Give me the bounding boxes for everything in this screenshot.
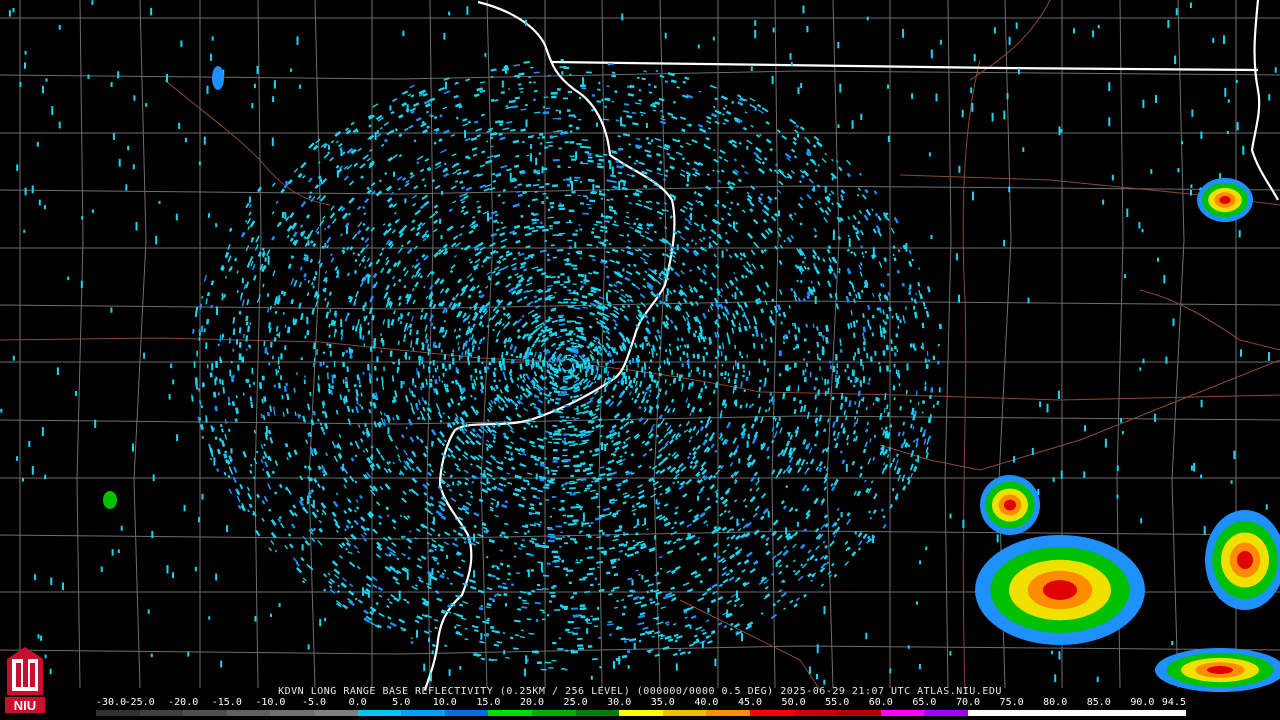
colorscale-label: 85.0 xyxy=(1086,697,1111,708)
colorscale-label: 60.0 xyxy=(868,697,893,708)
colorscale-label: -5.0 xyxy=(301,697,327,708)
colorscale-swatch xyxy=(1098,710,1143,716)
colorscale-label: 20.0 xyxy=(519,697,545,708)
colorscale-swatch xyxy=(619,710,663,716)
colorscale-swatch xyxy=(183,710,227,716)
storm-cell xyxy=(1219,196,1231,204)
colorscale-swatch xyxy=(1142,710,1186,716)
colorscale-label: 90.0 xyxy=(1130,697,1155,708)
colorscale-label: 80.0 xyxy=(1043,697,1068,708)
colorscale-swatch xyxy=(139,710,184,716)
colorscale-swatch xyxy=(706,710,750,716)
colorscale-swatch xyxy=(357,710,402,716)
colorscale-swatch xyxy=(924,710,968,716)
colorscale-swatch xyxy=(313,710,358,716)
colorscale-swatch xyxy=(401,710,445,716)
university-tower-icon: NIU xyxy=(5,647,45,713)
colorscale-label: 45.0 xyxy=(737,697,763,708)
colorscale-swatch xyxy=(488,710,532,716)
colorscale-label: -30.0 xyxy=(96,697,127,708)
niu-logo-text: NIU xyxy=(14,698,36,713)
colorscale-label: 10.0 xyxy=(432,697,457,708)
colorscale-swatch xyxy=(967,710,1012,716)
colorscale-label: -15.0 xyxy=(211,697,242,708)
colorscale-label: 94.5 xyxy=(1161,697,1186,708)
niu-logo: NIU xyxy=(3,645,47,715)
colorscale-label: 55.0 xyxy=(825,697,850,708)
radar-map xyxy=(0,0,1280,720)
colorscale-label: 30.0 xyxy=(607,697,632,708)
storm-cell xyxy=(1207,666,1233,674)
colorscale-swatch xyxy=(270,710,314,716)
colorscale-swatch xyxy=(444,710,489,716)
colorscale-swatch xyxy=(531,710,576,716)
colorscale-label: -25.0 xyxy=(124,697,155,708)
storm-cell xyxy=(212,66,224,90)
colorscale-swatch xyxy=(96,710,140,716)
colorscale-swatch xyxy=(749,710,794,716)
colorscale-labels: -30.0 -25.0 -20.0 -15.0 -10.0 -5.0 0.0 5.0 10.0 1… xyxy=(96,697,1186,709)
colorscale-label: 0.0 xyxy=(348,697,367,708)
storm-cell xyxy=(1004,499,1016,511)
colorscale-label: 50.0 xyxy=(781,697,806,708)
colorscale-label: 75.0 xyxy=(999,697,1024,708)
colorscale-label: 25.0 xyxy=(563,697,588,708)
colorscale-label: -10.0 xyxy=(255,697,286,708)
colorscale-label: 65.0 xyxy=(912,697,937,708)
colorscale-swatch xyxy=(793,710,838,716)
colorscale-swatch xyxy=(1011,710,1056,716)
storm-cell xyxy=(1237,551,1253,569)
colorscale-label: 40.0 xyxy=(694,697,719,708)
colorscale-swatch xyxy=(880,710,925,716)
colorscale-swatch xyxy=(226,710,271,716)
product-caption: KDVN LONG RANGE BASE REFLECTIVITY (0.25K… xyxy=(278,686,1002,697)
colorscale-swatch xyxy=(1055,710,1099,716)
colorscale-label: 35.0 xyxy=(650,697,675,708)
radar-site-marker xyxy=(562,360,572,370)
colorscale-swatch xyxy=(575,710,620,716)
colorscale-bar xyxy=(96,709,1186,716)
colorscale-swatch xyxy=(837,710,881,716)
colorscale-label: 5.0 xyxy=(392,697,411,708)
colorscale-label: 15.0 xyxy=(476,697,501,708)
storm-cell xyxy=(1043,580,1077,600)
colorscale-label: 70.0 xyxy=(955,697,981,708)
colorscale-label: -20.0 xyxy=(168,697,199,708)
storm-cell xyxy=(103,491,117,509)
colorscale-swatch xyxy=(662,710,707,716)
